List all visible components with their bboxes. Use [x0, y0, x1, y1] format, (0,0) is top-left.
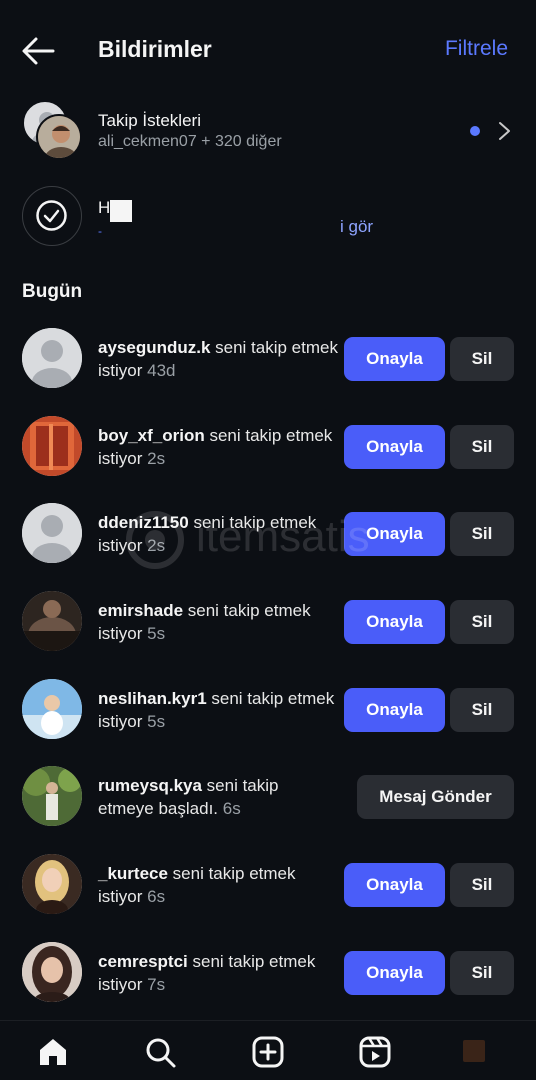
- delete-button[interactable]: Sil: [450, 687, 514, 732]
- section-title-today: Bugün: [22, 281, 83, 302]
- hidden-row-title: H: [98, 198, 111, 217]
- accept-button[interactable]: Onayla: [344, 424, 445, 469]
- status-icons: [428, 0, 498, 2]
- follow-requests-avatars: [22, 100, 84, 162]
- search-icon: [146, 1038, 176, 1068]
- timestamp: 2s: [147, 448, 166, 468]
- nav-reels[interactable]: [358, 1035, 392, 1069]
- delete-button[interactable]: Sil: [450, 424, 514, 469]
- filter-button[interactable]: Filtrele: [445, 37, 508, 61]
- delete-button[interactable]: Sil: [450, 337, 514, 381]
- notification-text: boy_xf_orion seni takip etmek istiyor 2s: [98, 424, 338, 470]
- notification-item[interactable]: aysegunduz.k seni takip etmek istiyor 43…: [0, 328, 536, 416]
- back-button[interactable]: [20, 36, 56, 66]
- notification-item[interactable]: _kurtece seni takip etmek istiyor 6s Onay…: [0, 854, 536, 942]
- avatar[interactable]: [22, 766, 82, 827]
- avatar[interactable]: [22, 591, 82, 652]
- avatar[interactable]: [22, 854, 82, 915]
- username[interactable]: _kurtece: [98, 864, 168, 883]
- timestamp: 2s: [147, 536, 166, 556]
- send-message-button[interactable]: Mesaj Gönder: [357, 775, 514, 820]
- accept-button[interactable]: Onayla: [344, 337, 445, 381]
- reels-icon: [359, 1036, 391, 1068]
- username[interactable]: ddeniz1150: [98, 513, 189, 532]
- delete-button[interactable]: Sil: [450, 512, 514, 557]
- notification-text: emirshade seni takip etmek istiyor 5s: [98, 599, 338, 645]
- timestamp: 5s: [147, 711, 166, 731]
- username[interactable]: aysegunduz.k: [98, 338, 210, 357]
- nav-add-post[interactable]: [251, 1035, 285, 1069]
- follow-requests-title: Takip İstekleri: [98, 111, 201, 130]
- timestamp: 43d: [147, 361, 176, 380]
- delete-button[interactable]: Sil: [450, 600, 514, 645]
- timestamp: 6s: [147, 887, 166, 907]
- header: Bildirimler Filtrele: [0, 30, 536, 72]
- notification-text: rumeysq.kya seni takip etmeye başladı. 6…: [98, 774, 338, 820]
- notification-item[interactable]: rumeysq.kya seni takip etmeye başladı. 6…: [0, 766, 536, 854]
- avatar: [36, 114, 82, 160]
- notification-text: ddeniz1150 seni takip etmek istiyor 2s: [98, 511, 338, 557]
- notification-text: _kurtece seni takip etmek istiyor 6s: [98, 862, 338, 908]
- avatar[interactable]: [22, 328, 82, 388]
- username[interactable]: boy_xf_orion: [98, 426, 205, 445]
- username[interactable]: cemresptci: [98, 952, 188, 971]
- hidden-row-subtitle: -: [98, 224, 102, 238]
- unread-dot: [470, 126, 480, 136]
- avatar[interactable]: [22, 941, 82, 1002]
- chevron-right-icon: [494, 120, 514, 142]
- accept-button[interactable]: Onayla: [344, 512, 445, 557]
- accept-button[interactable]: Onayla: [344, 863, 445, 908]
- accept-button[interactable]: Onayla: [344, 600, 445, 645]
- profile-icon[interactable]: [463, 1040, 485, 1062]
- notification-text: aysegunduz.k seni takip etmek istiyor 43…: [98, 336, 338, 382]
- notification-text: neslihan.kyr1 seni takip etmek istiyor 5…: [98, 687, 338, 733]
- notification-item[interactable]: boy_xf_orion seni takip etmek istiyor 2s…: [0, 415, 536, 504]
- timestamp: 7s: [147, 974, 166, 994]
- notification-item[interactable]: emirshade seni takip etmek istiyor 5s Ona…: [0, 591, 536, 679]
- avatar[interactable]: [22, 503, 82, 564]
- avatar[interactable]: [22, 415, 82, 476]
- status-bar: [0, 0, 536, 10]
- notification-text: cemresptci seni takip etmek istiyor 7s: [98, 950, 338, 996]
- username[interactable]: emirshade: [98, 601, 183, 620]
- notification-list: aysegunduz.k seni takip etmek istiyor 43…: [0, 328, 536, 1030]
- add-post-icon: [252, 1036, 284, 1068]
- home-icon: [40, 1039, 66, 1065]
- username[interactable]: rumeysq.kya: [98, 776, 202, 795]
- timestamp: 5s: [147, 624, 166, 644]
- follow-requests-subtitle: ali_cekmen07 + 320 diğer: [98, 133, 282, 150]
- notification-item[interactable]: ddeniz1150 seni takip etmek istiyor 2s On…: [0, 503, 536, 591]
- page-title: Bildirimler: [98, 36, 212, 62]
- nav-home[interactable]: [36, 1035, 70, 1069]
- nav-search[interactable]: [143, 1035, 177, 1069]
- username[interactable]: neslihan.kyr1: [98, 689, 207, 708]
- delete-button[interactable]: Sil: [450, 863, 514, 908]
- hidden-row-link[interactable]: i gör: [340, 217, 373, 237]
- redaction-mask: [110, 200, 132, 222]
- arrow-left-icon: [22, 37, 55, 65]
- check-circle-icon: [22, 186, 82, 246]
- bottom-nav: [0, 1020, 536, 1080]
- timestamp: 6s: [222, 799, 241, 819]
- hidden-notification-row[interactable]: H - i gör: [0, 186, 536, 248]
- delete-button[interactable]: Sil: [450, 950, 514, 995]
- notification-item[interactable]: neslihan.kyr1 seni takip etmek istiyor 5…: [0, 678, 536, 767]
- avatar[interactable]: [22, 678, 82, 739]
- accept-button[interactable]: Onayla: [344, 687, 445, 732]
- notification-item[interactable]: cemresptci seni takip etmek istiyor 7s On…: [0, 941, 536, 1030]
- follow-requests-row[interactable]: Takip İstekleri ali_cekmen07 + 320 diğer: [0, 100, 536, 166]
- accept-button[interactable]: Onayla: [344, 950, 445, 995]
